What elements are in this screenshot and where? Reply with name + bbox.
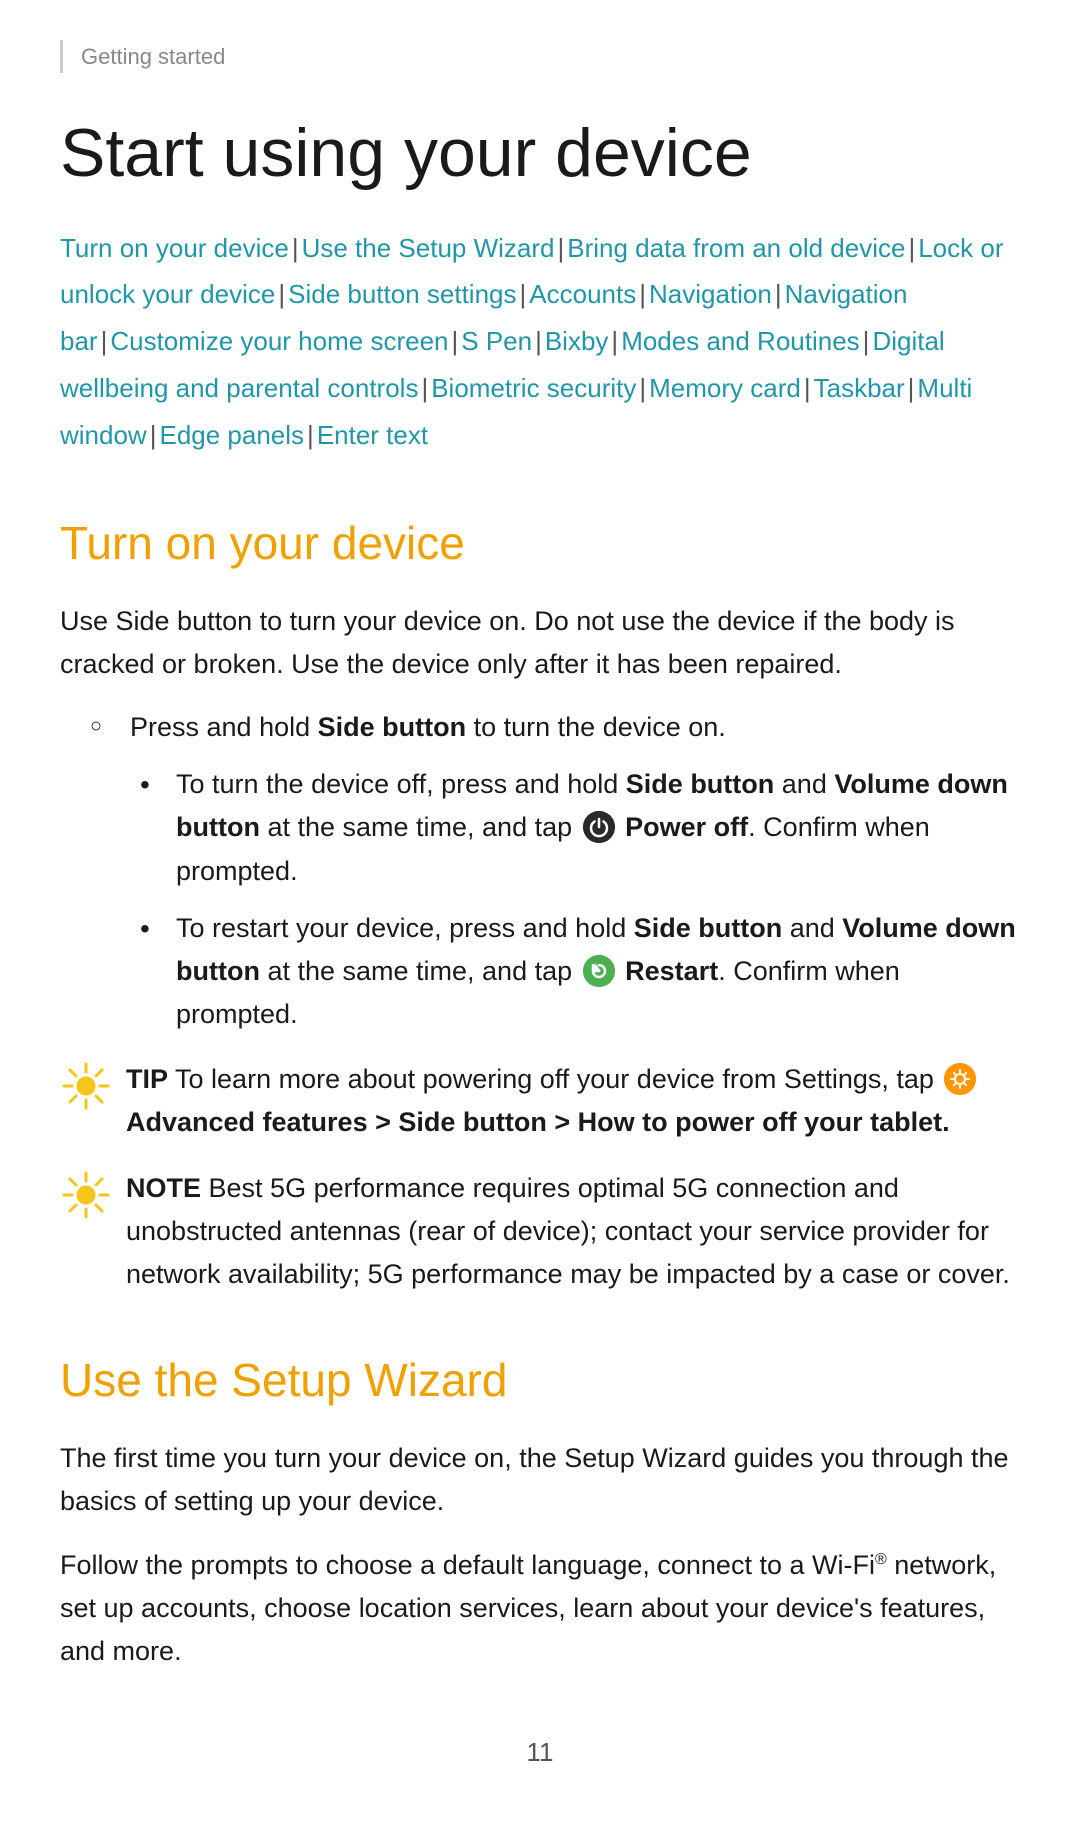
toc-link-bixby[interactable]: Bixby	[545, 326, 609, 356]
toc-link-biometric[interactable]: Biometric security	[431, 373, 636, 403]
toc-links: Turn on your device|Use the Setup Wizard…	[60, 225, 1020, 459]
toc-link-customize[interactable]: Customize your home screen	[110, 326, 448, 356]
tip-text: TIP To learn more about powering off you…	[126, 1058, 1020, 1144]
toc-link-taskbar[interactable]: Taskbar	[814, 373, 905, 403]
page-title: Start using your device	[60, 113, 1020, 195]
note-text: NOTE Best 5G performance requires optima…	[126, 1167, 1020, 1297]
bullet-press-hold-text: Press and hold Side button to turn the d…	[130, 706, 726, 749]
toc-link-turn-on[interactable]: Turn on your device	[60, 233, 289, 263]
bullet-item-press-hold: ○ Press and hold Side button to turn the…	[90, 706, 1020, 749]
dot-marker-1: •	[140, 765, 168, 804]
note-block: NOTE Best 5G performance requires optima…	[60, 1167, 1020, 1297]
toc-link-enter-text[interactable]: Enter text	[317, 420, 428, 450]
sub-bullet-list: • To turn the device off, press and hold…	[140, 763, 1020, 1036]
restart-icon	[583, 955, 615, 987]
power-off-icon	[583, 811, 615, 843]
toc-link-spen[interactable]: S Pen	[461, 326, 532, 356]
toc-link-memory-card[interactable]: Memory card	[649, 373, 801, 403]
tip-block: TIP To learn more about powering off you…	[60, 1058, 1020, 1144]
section1-title: Turn on your device	[60, 509, 1020, 578]
toc-link-navigation[interactable]: Navigation	[649, 279, 772, 309]
toc-link-setup-wizard[interactable]: Use the Setup Wizard	[302, 233, 555, 263]
breadcrumb: Getting started	[60, 40, 1020, 73]
gear-icon	[944, 1063, 976, 1095]
circle-marker: ○	[90, 710, 120, 742]
section1-intro: Use Side button to turn your device on. …	[60, 600, 1020, 686]
toc-link-bring-data[interactable]: Bring data from an old device	[567, 233, 905, 263]
toc-link-modes-routines[interactable]: Modes and Routines	[621, 326, 859, 356]
page-number: 11	[60, 1733, 1020, 1772]
sub-bullet-power-off: • To turn the device off, press and hold…	[140, 763, 1020, 893]
note-sun-icon	[60, 1169, 112, 1221]
section2-para2: Follow the prompts to choose a default l…	[60, 1544, 1020, 1674]
toc-link-side-button[interactable]: Side button settings	[288, 279, 516, 309]
toc-link-accounts[interactable]: Accounts	[529, 279, 636, 309]
section2-para1: The first time you turn your device on, …	[60, 1437, 1020, 1523]
tip-sun-icon	[60, 1060, 112, 1112]
toc-link-edge-panels[interactable]: Edge panels	[159, 420, 304, 450]
section2-title: Use the Setup Wizard	[60, 1346, 1020, 1415]
dot-marker-2: •	[140, 909, 168, 948]
main-bullet-list: ○ Press and hold Side button to turn the…	[90, 706, 1020, 1036]
sub-bullet-power-off-text: To turn the device off, press and hold S…	[176, 763, 1020, 893]
sub-bullet-restart: • To restart your device, press and hold…	[140, 907, 1020, 1037]
sub-bullet-restart-text: To restart your device, press and hold S…	[176, 907, 1020, 1037]
